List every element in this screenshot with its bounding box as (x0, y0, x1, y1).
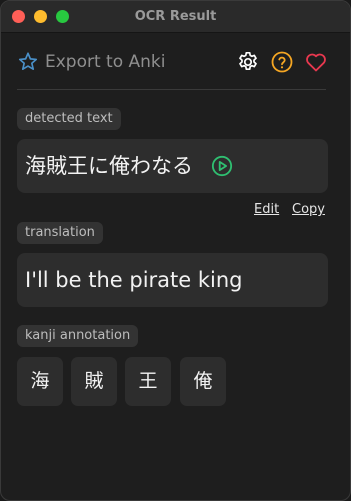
detected-text-label: detected text (17, 108, 121, 130)
heart-icon[interactable] (304, 50, 328, 74)
kanji-chip[interactable]: 俺 (180, 357, 226, 406)
gear-icon[interactable] (236, 50, 260, 74)
translation-label: translation (17, 222, 103, 244)
copy-link[interactable]: Copy (292, 202, 325, 220)
ocr-result-window: OCR Result Export to Anki detected text … (0, 0, 351, 501)
kanji-annotation-label: kanji annotation (17, 325, 139, 347)
detected-text: 海賊王に俺わなる (25, 154, 193, 178)
anki-star-icon (17, 51, 39, 73)
export-to-anki-button[interactable]: Export to Anki (17, 49, 166, 75)
detected-text-card: 海賊王に俺わなる (17, 139, 328, 193)
play-audio-icon[interactable] (211, 155, 233, 177)
kanji-chip[interactable]: 賊 (71, 357, 117, 406)
translation-text: I'll be the pirate king (25, 268, 243, 292)
help-icon[interactable] (270, 50, 294, 74)
title-bar: OCR Result (1, 1, 350, 33)
toolbar: Export to Anki (17, 47, 334, 77)
translation-card: I'll be the pirate king (17, 253, 328, 307)
kanji-chip[interactable]: 王 (125, 357, 171, 406)
toolbar-divider (17, 89, 326, 90)
window-title: OCR Result (134, 9, 217, 24)
export-label: Export to Anki (45, 52, 166, 72)
edit-link[interactable]: Edit (254, 202, 279, 220)
kanji-chip[interactable]: 海 (17, 357, 63, 406)
